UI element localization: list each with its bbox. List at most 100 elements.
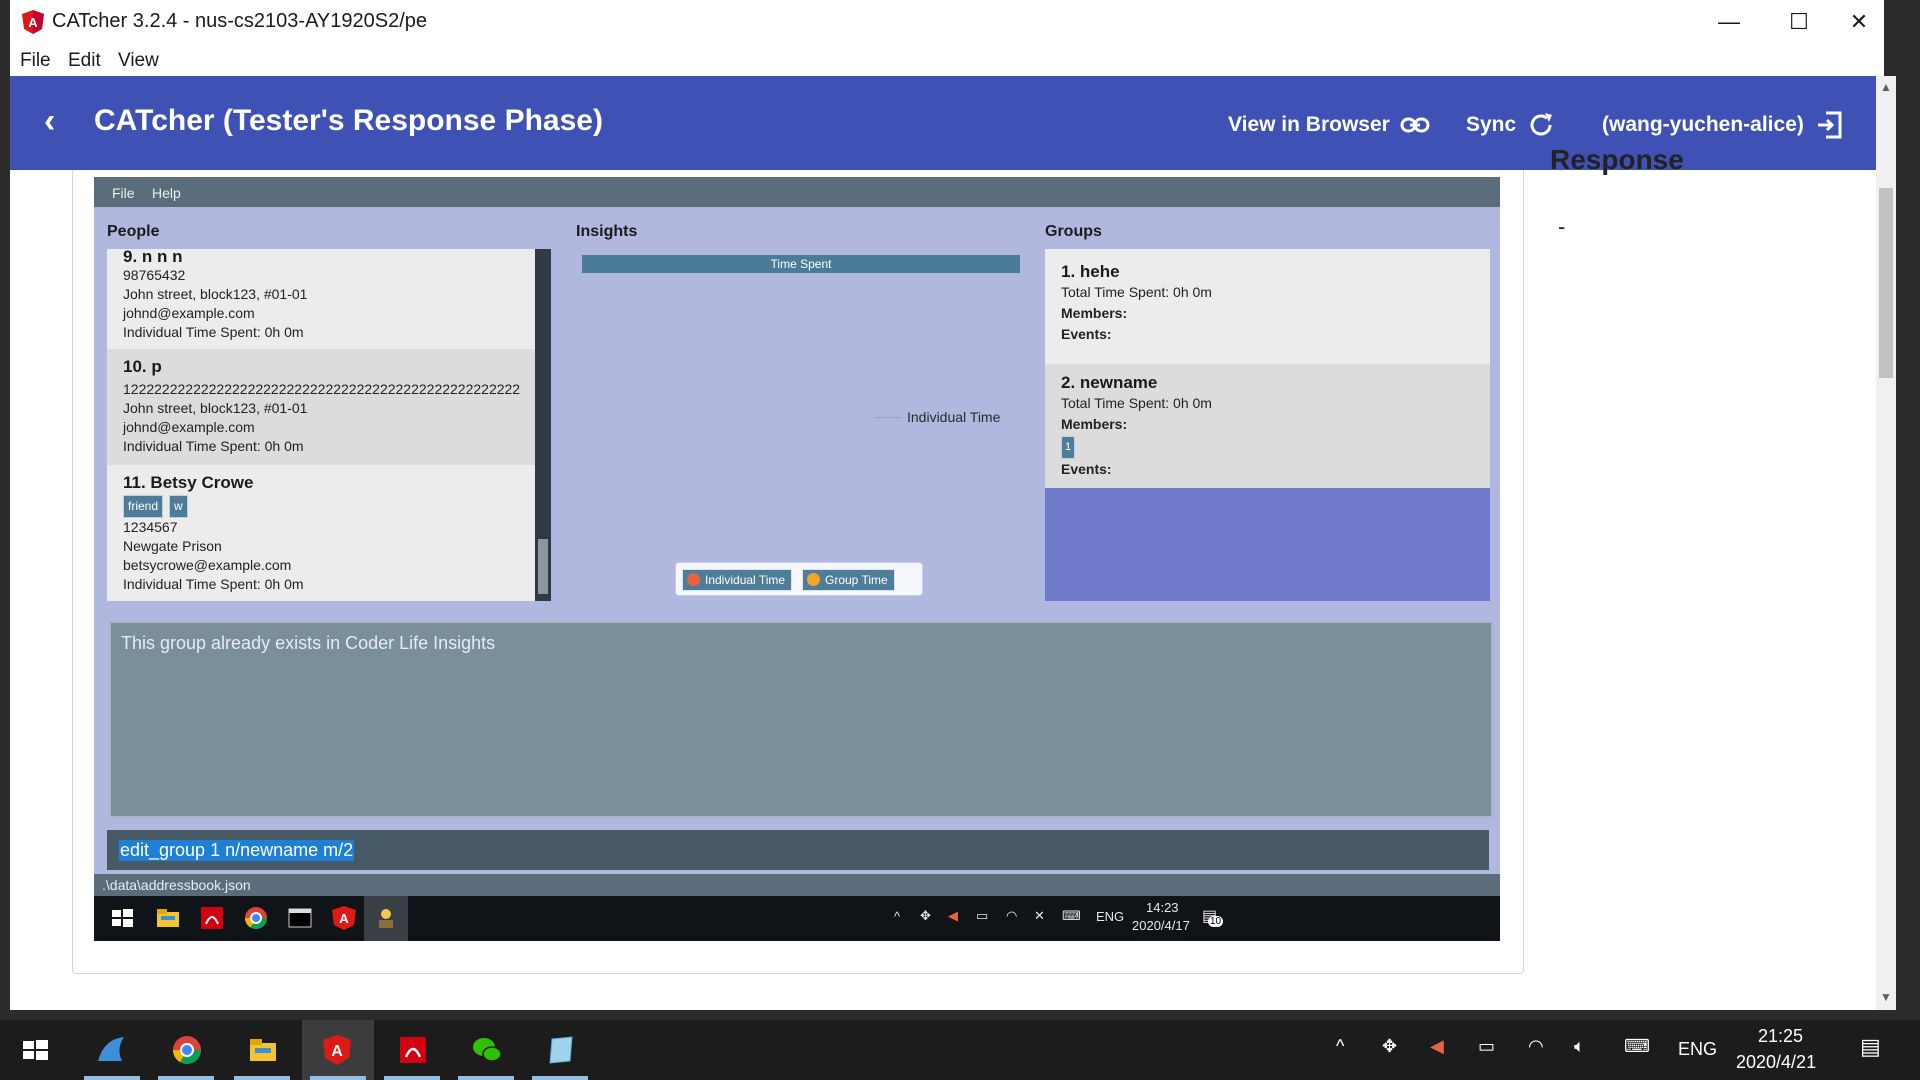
person-time: Individual Time Spent: 0h 0m bbox=[123, 438, 304, 454]
inner-clock-date[interactable]: 2020/4/17 bbox=[1132, 918, 1190, 933]
legend-individual[interactable]: Individual Time bbox=[682, 569, 793, 591]
dbeaver-icon[interactable] bbox=[94, 1033, 128, 1067]
inner-keyboard-icon[interactable]: ⌨ bbox=[1062, 908, 1081, 924]
inner-dropbox-icon[interactable]: ✥ bbox=[920, 908, 931, 924]
member-badge: 1 bbox=[1061, 436, 1076, 459]
scroll-up-icon[interactable]: ▲ bbox=[1880, 80, 1892, 94]
legend-group[interactable]: Group Time bbox=[802, 569, 895, 591]
list-item[interactable]: 1. hehe Total Time Spent: 0h 0m Members:… bbox=[1045, 249, 1490, 364]
windows-start-icon bbox=[112, 909, 133, 927]
dropbox-icon[interactable]: ✥ bbox=[1382, 1036, 1397, 1057]
list-item[interactable]: 2. newname Total Time Spent: 0h 0m Membe… bbox=[1045, 364, 1490, 488]
legend-individual-label: Individual Time bbox=[705, 573, 786, 587]
clock-time[interactable]: 21:25 bbox=[1758, 1026, 1803, 1047]
command-input[interactable]: edit_group 1 n/newname m/2 bbox=[119, 840, 355, 861]
inner-battery-icon[interactable]: ▭ bbox=[976, 908, 988, 924]
logout-button[interactable]: (wang-yuchen-alice) bbox=[1602, 110, 1844, 140]
svg-text:A: A bbox=[339, 911, 349, 926]
terminal-icon bbox=[288, 908, 312, 928]
sync-button[interactable]: Sync bbox=[1466, 110, 1556, 140]
inner-mute-icon[interactable]: ✕ bbox=[1034, 908, 1045, 924]
wifi-icon[interactable]: ◠ bbox=[1528, 1036, 1544, 1057]
app-menu-help[interactable]: Help bbox=[152, 185, 181, 201]
status-bar: .\data\addressbook.json bbox=[94, 874, 1500, 896]
inner-clock-time[interactable]: 14:23 bbox=[1146, 900, 1179, 915]
wechat-icon[interactable] bbox=[470, 1033, 504, 1067]
list-item[interactable]: 11. Betsy Crowe friend w 1234567 Newgate … bbox=[107, 465, 535, 601]
response-panel: Response - bbox=[1550, 144, 1850, 370]
legend-dot-icon bbox=[687, 573, 700, 586]
person-email: johnd@example.com bbox=[123, 419, 255, 435]
battery-icon[interactable]: ▭ bbox=[1478, 1036, 1495, 1057]
acrobat-icon[interactable] bbox=[396, 1033, 430, 1067]
person-address: John street, block123, #01-01 bbox=[123, 400, 308, 416]
maximize-icon: ☐ bbox=[1789, 9, 1809, 34]
response-header: Response bbox=[1550, 144, 1684, 175]
inner-wifi-icon[interactable]: ◠ bbox=[1006, 908, 1017, 924]
person-email: johnd@example.com bbox=[123, 305, 255, 321]
angular-icon: A bbox=[332, 906, 356, 930]
chart-title-bar: Time Spent bbox=[582, 255, 1020, 273]
group-members-label: Members: bbox=[1061, 305, 1128, 321]
scrollbar-thumb[interactable] bbox=[1879, 188, 1893, 378]
tag-badge: w bbox=[169, 495, 188, 518]
notification-icon[interactable]: ▤ bbox=[1860, 1034, 1881, 1060]
chevron-up-icon[interactable]: ^ bbox=[1336, 1036, 1344, 1057]
notepad-icon[interactable] bbox=[544, 1033, 578, 1067]
inner-language-indicator[interactable]: ENG bbox=[1096, 909, 1124, 924]
svg-text:A: A bbox=[331, 1043, 343, 1060]
keyboard-icon[interactable]: ⌨ bbox=[1624, 1036, 1650, 1057]
command-box[interactable]: edit_group 1 n/newname m/2 bbox=[107, 830, 1489, 870]
groups-title: Groups bbox=[1045, 223, 1102, 240]
svg-text:A: A bbox=[28, 15, 38, 30]
angular-icon[interactable]: A bbox=[320, 1033, 354, 1067]
group-time: Total Time Spent: 0h 0m bbox=[1061, 284, 1212, 300]
inner-chevron-up-icon[interactable]: ^ bbox=[894, 909, 900, 924]
scroll-down-icon[interactable]: ▼ bbox=[1880, 990, 1892, 1004]
person-phone: 98765432 bbox=[123, 267, 186, 283]
group-time: Total Time Spent: 0h 0m bbox=[1061, 395, 1212, 411]
groups-list: 1. hehe Total Time Spent: 0h 0m Members:… bbox=[1045, 249, 1490, 601]
logout-icon bbox=[1817, 111, 1842, 139]
person-name: 9. n n n bbox=[123, 249, 183, 266]
windows-taskbar: A ^ ✥ ◀ ▭ ◠ 🔈︎ ⌨ ENG 21:25 2020/4/21 ▤ bbox=[0, 1020, 1920, 1080]
running-indicator bbox=[310, 1076, 366, 1080]
file-explorer-icon[interactable] bbox=[246, 1033, 280, 1067]
person-phone: 1234567 bbox=[123, 519, 178, 535]
windows-start-icon[interactable] bbox=[18, 1033, 52, 1067]
clock-date[interactable]: 2020/4/21 bbox=[1736, 1052, 1816, 1073]
list-item[interactable]: 9. n n n 98765432 John street, block123,… bbox=[107, 249, 535, 349]
menu-file[interactable]: File bbox=[20, 50, 51, 72]
person-email: betsycrowe@example.com bbox=[123, 557, 292, 573]
people-list: 9. n n n 98765432 John street, block123,… bbox=[107, 249, 535, 601]
language-indicator[interactable]: ENG bbox=[1678, 1039, 1717, 1060]
refresh-icon bbox=[1530, 113, 1553, 136]
inner-taskbar: A ^ ✥ ◀ ▭ ◠ ✕ ⌨ ENG 14:23 2020/4/17 ▤ 10 bbox=[94, 896, 1500, 941]
people-scrollbar-thumb[interactable] bbox=[538, 539, 548, 594]
window-scrollbar[interactable]: ▲ ▼ bbox=[1876, 76, 1896, 1010]
window-title: CATcher 3.2.4 - nus-cs2103-AY1920S2/pe bbox=[52, 10, 428, 32]
app-menu-file[interactable]: File bbox=[112, 185, 135, 201]
app-menu-bar: File Help bbox=[94, 177, 1500, 207]
sync-label: Sync bbox=[1466, 113, 1517, 136]
minimize-button[interactable]: — bbox=[1694, 0, 1764, 44]
view-in-browser-button[interactable]: View in Browser bbox=[1228, 110, 1430, 140]
list-item[interactable]: 10. p 1222222222222222222222222222222222… bbox=[107, 349, 535, 465]
person-address: John street, block123, #01-01 bbox=[123, 286, 308, 302]
person-time: Individual Time Spent: 0h 0m bbox=[123, 576, 304, 592]
link-icon bbox=[1400, 117, 1430, 133]
chart-label: Individual Time bbox=[907, 409, 1001, 425]
menu-view[interactable]: View bbox=[118, 50, 159, 72]
speaker-warning-icon[interactable]: ◀ bbox=[1430, 1036, 1444, 1057]
inner-speaker-warning-icon[interactable]: ◀ bbox=[948, 908, 958, 924]
chrome-icon[interactable] bbox=[170, 1033, 204, 1067]
menu-edit[interactable]: Edit bbox=[68, 50, 101, 72]
insights-title: Insights bbox=[576, 223, 638, 240]
back-icon[interactable]: ‹ bbox=[44, 102, 55, 141]
close-button[interactable]: ✕ bbox=[1824, 0, 1894, 44]
volume-icon[interactable]: 🔈︎ bbox=[1574, 1036, 1585, 1057]
menu-bar: File Edit View bbox=[10, 44, 1884, 76]
people-scrollbar[interactable] bbox=[535, 249, 551, 601]
person-time: Individual Time Spent: 0h 0m bbox=[123, 324, 304, 340]
group-name: 2. newname bbox=[1061, 373, 1158, 392]
